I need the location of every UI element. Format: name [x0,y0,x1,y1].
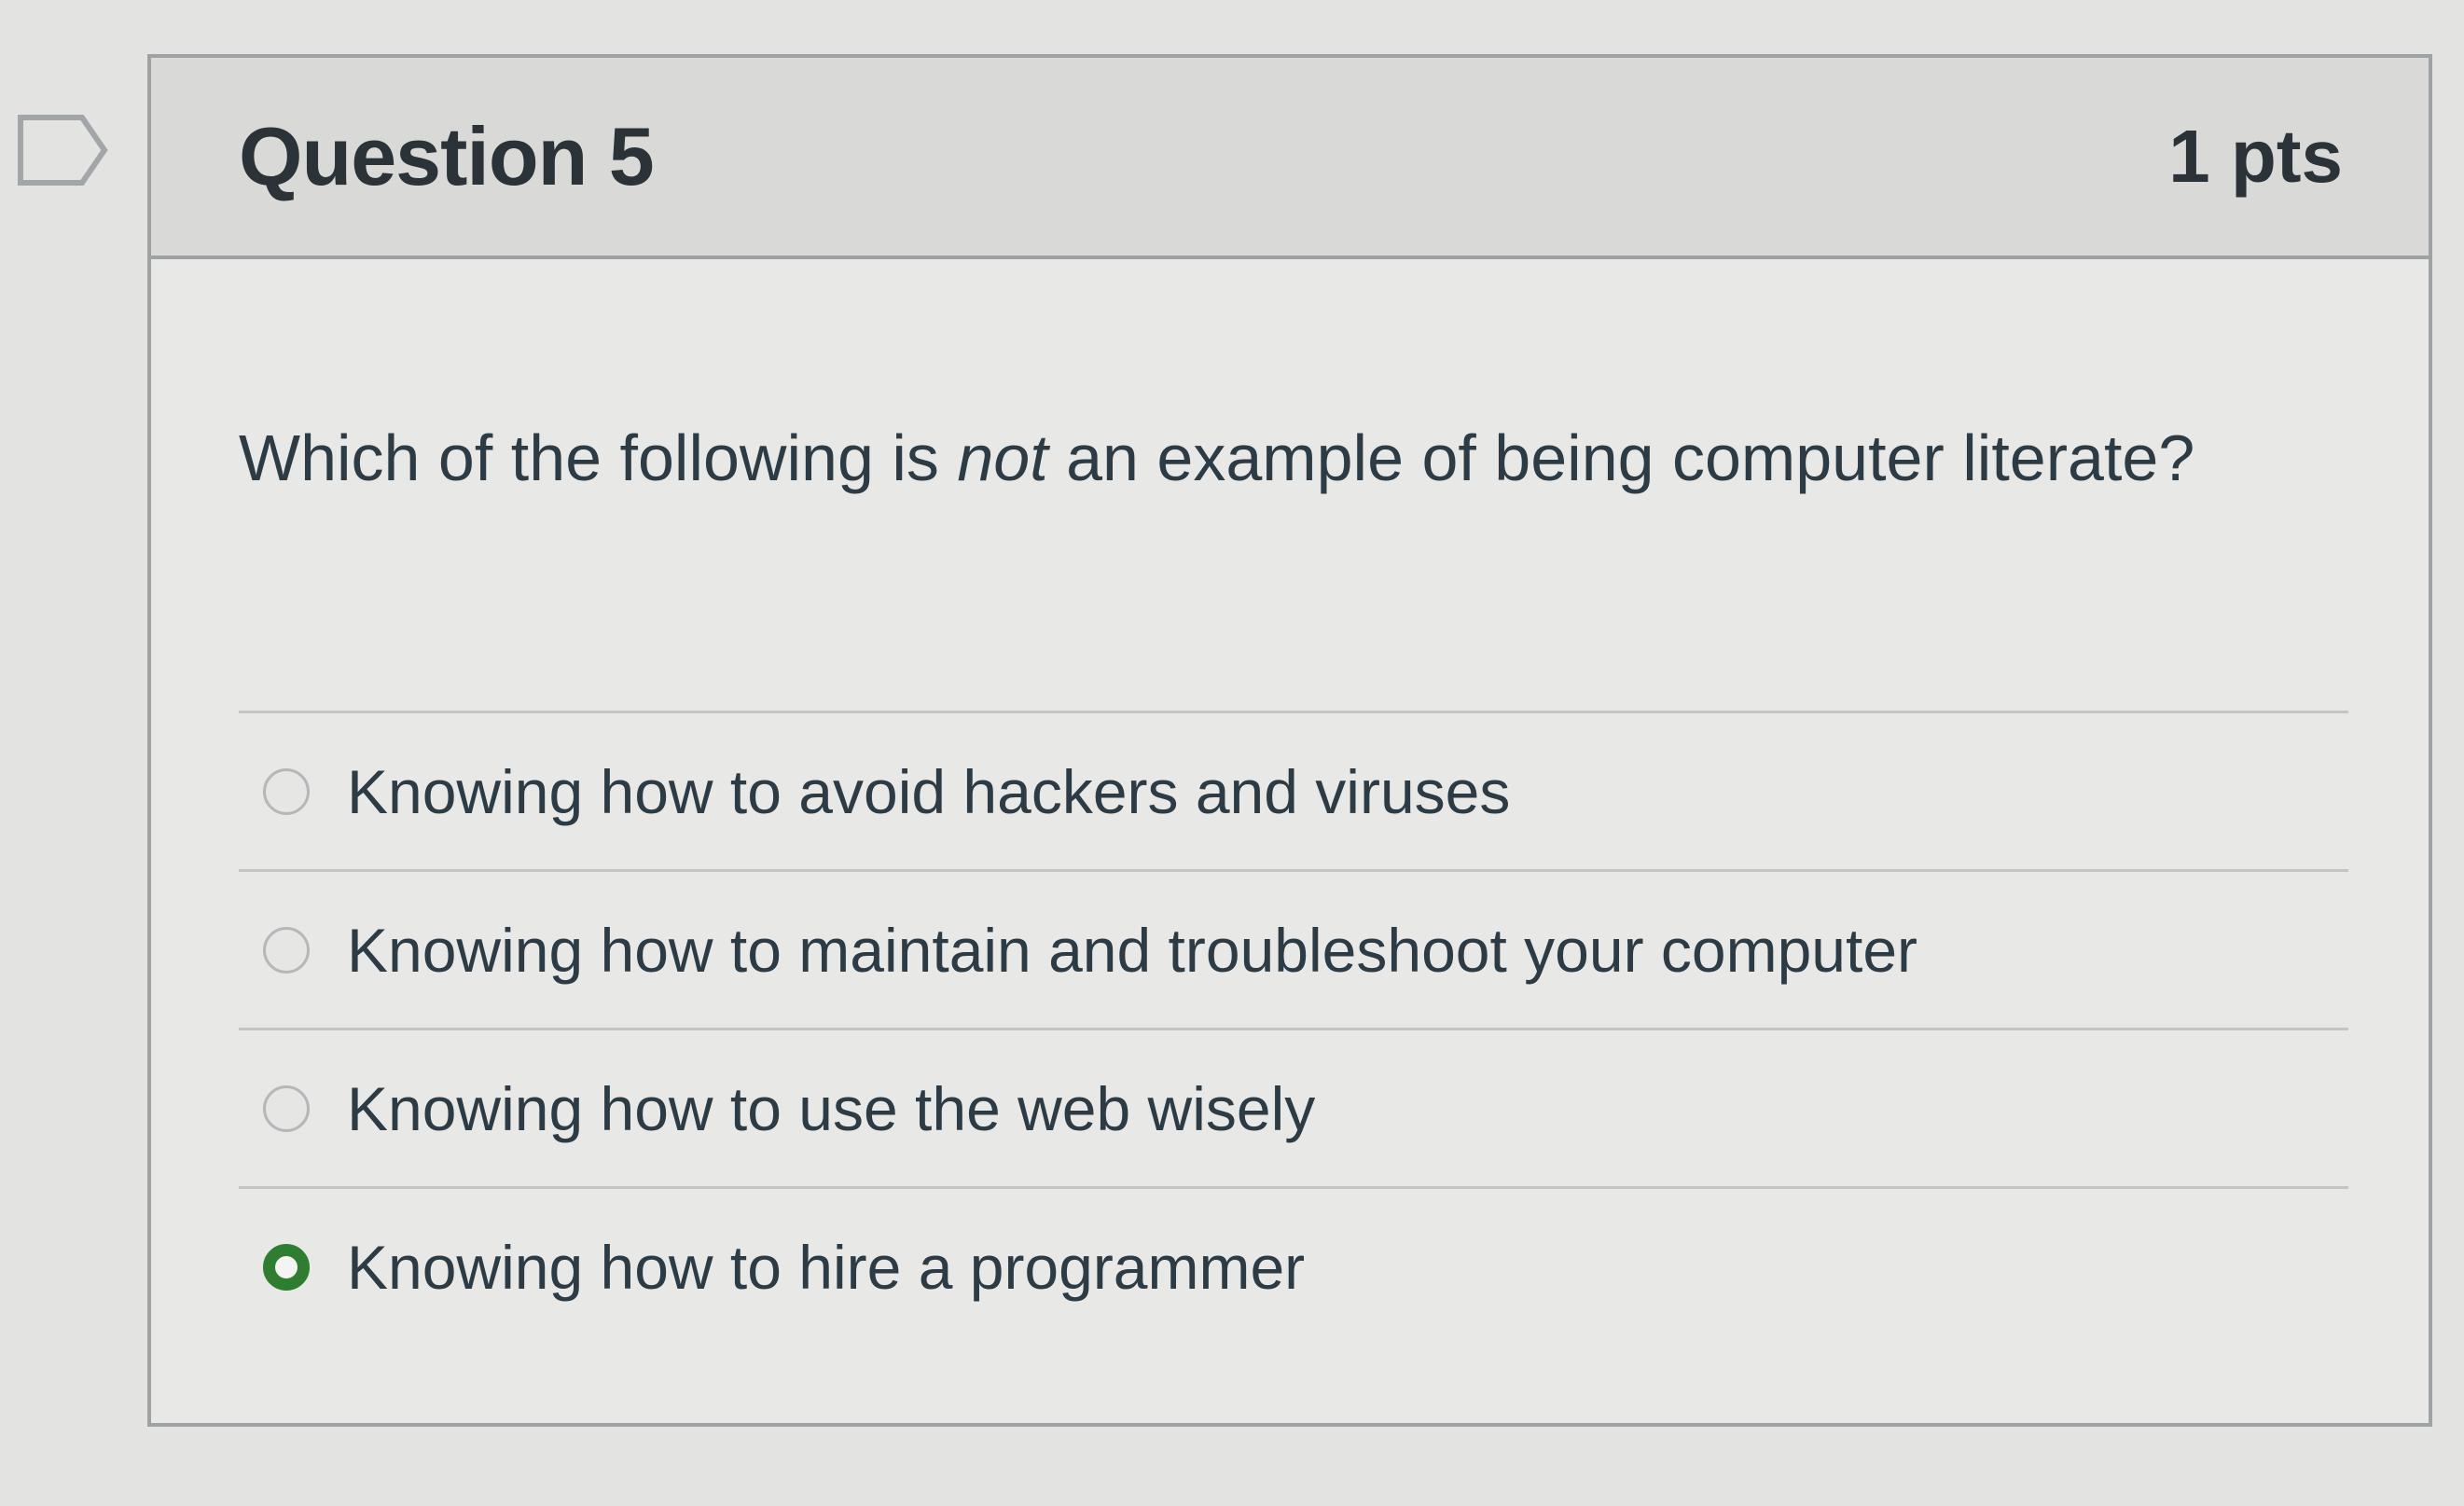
answer-label[interactable]: Knowing how to use the web wisely [347,1073,1315,1144]
answer-option[interactable]: Knowing how to hire a programmer [239,1186,2348,1345]
question-header: Question 5 1 pts [151,58,2429,259]
answer-list: Knowing how to avoid hackers and viruses… [239,711,2348,1345]
question-points: 1 pts [2168,115,2343,198]
radio-button[interactable] [263,1085,310,1132]
question-text-emphasis: not [957,421,1048,494]
question-text: Which of the following is not an example… [239,403,2291,513]
radio-button[interactable] [263,1243,310,1291]
answer-label[interactable]: Knowing how to avoid hackers and viruses [347,756,1510,827]
flag-question-icon[interactable] [17,114,110,187]
answer-option[interactable]: Knowing how to maintain and troubleshoot… [239,869,2348,1028]
question-text-before: Which of the following is [239,421,958,494]
question-text-after: an example of being computer literate? [1047,421,2195,494]
radio-button[interactable] [263,767,310,815]
answer-option[interactable]: Knowing how to avoid hackers and viruses [239,711,2348,869]
radio-button[interactable] [263,926,310,974]
answer-option[interactable]: Knowing how to use the web wisely [239,1028,2348,1186]
question-title: Question 5 [239,110,655,202]
question-card: Question 5 1 pts Which of the following … [147,54,2432,1427]
answer-label[interactable]: Knowing how to hire a programmer [347,1232,1305,1303]
answer-label[interactable]: Knowing how to maintain and troubleshoot… [347,915,1917,986]
